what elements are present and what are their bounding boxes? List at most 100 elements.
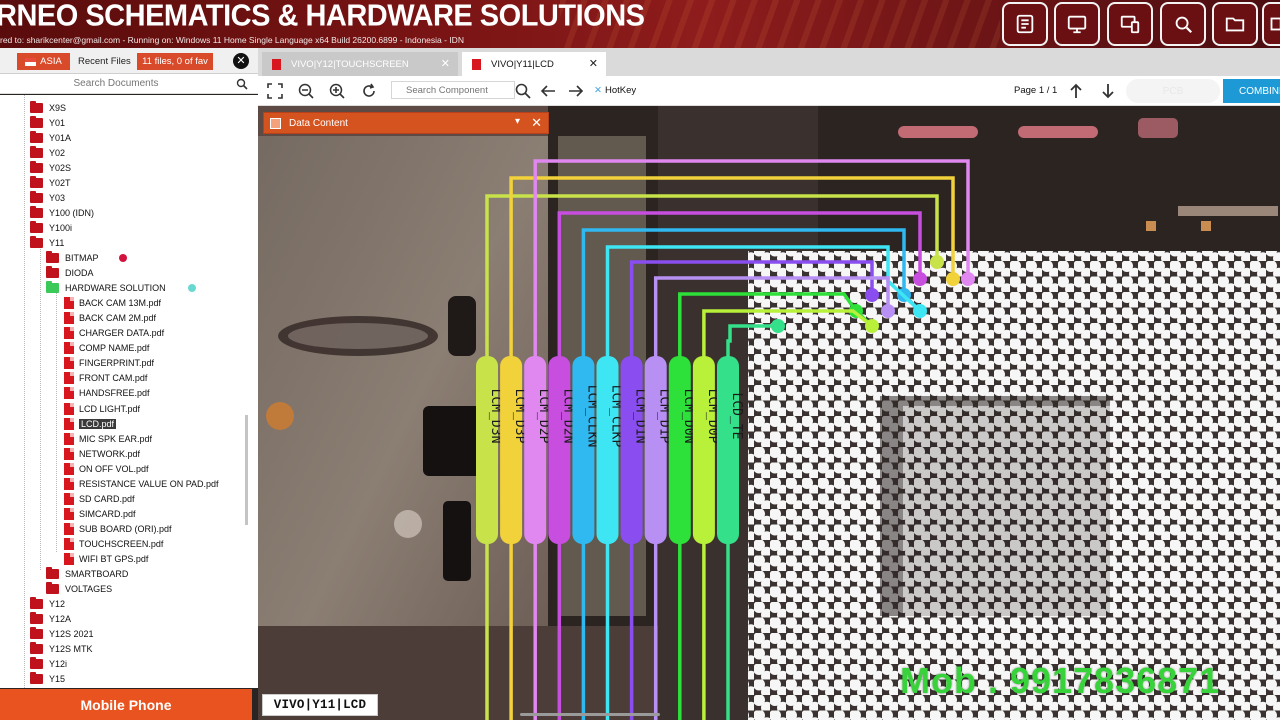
arrow-left-icon[interactable]	[539, 82, 557, 100]
close-panel-icon[interactable]: ✕	[531, 115, 542, 131]
region-button[interactable]: ASIA	[17, 53, 70, 70]
search-documents-input[interactable]	[0, 74, 232, 93]
tree-item-label: SUB BOARD (ORI).pdf	[79, 523, 172, 534]
search-icon[interactable]	[514, 82, 532, 100]
folder-button[interactable]	[1212, 2, 1258, 46]
tree-folder-item[interactable]: Y02T	[30, 175, 71, 190]
tree-file-item[interactable]: NETWORK.pdf	[64, 446, 140, 461]
tree-file-item[interactable]: ON OFF VOL.pdf	[64, 461, 149, 476]
tree-file-item[interactable]: SIMCARD.pdf	[64, 506, 136, 521]
tree-file-item[interactable]: COMP NAME.pdf	[64, 341, 149, 356]
tree-file-item[interactable]: HANDSFREE.pdf	[64, 386, 150, 401]
signal-pin[interactable]	[692, 356, 715, 544]
tree-file-item[interactable]: LCD LIGHT.pdf	[64, 401, 140, 416]
tree-item-label: Y02	[49, 147, 66, 158]
signal-pin[interactable]	[500, 356, 523, 544]
favorites-badge[interactable]: 11 files, 0 of fav	[137, 53, 213, 70]
pad-marker[interactable]	[930, 255, 944, 269]
hotkey-toggle[interactable]: ✕ HotKey	[594, 85, 636, 96]
tree-item-label: NETWORK.pdf	[79, 448, 141, 459]
tab-vivo-y12-touchscreen[interactable]: VIVO|Y12|TOUCHSCREEN ✕	[262, 52, 458, 76]
signal-pin[interactable]	[668, 356, 691, 544]
close-icon[interactable]: ✕	[233, 53, 249, 69]
tree-folder-item[interactable]: Y03	[30, 190, 65, 205]
tree-file-item[interactable]: BACK CAM 2M.pdf	[64, 311, 156, 326]
tree-file-item[interactable]: FRONT CAM.pdf	[64, 371, 147, 386]
tree-file-item[interactable]: RESISTANCE VALUE ON PAD.pdf	[64, 476, 219, 491]
mobile-phone-button[interactable]: Mobile Phone	[0, 689, 252, 720]
tree-folder-item[interactable]: Y12S MTK	[30, 642, 93, 657]
tree-file-item[interactable]: WIFI BT GPS.pdf	[64, 552, 148, 567]
tree-folder-item[interactable]: Y11	[30, 235, 64, 250]
zoom-in-icon[interactable]	[328, 82, 346, 100]
combine-button[interactable]: COMBINE	[1223, 79, 1280, 103]
tree-folder-item[interactable]: Y12	[30, 597, 65, 612]
close-tab-icon[interactable]: ✕	[589, 57, 598, 70]
devices-button[interactable]	[1107, 2, 1153, 46]
fit-screen-icon[interactable]	[266, 82, 284, 100]
pdf-file-icon	[64, 462, 74, 475]
tree-folder-item[interactable]: BITMAP	[46, 251, 127, 266]
tree-file-item[interactable]: FINGERPRINT.pdf	[64, 356, 154, 371]
tree-file-item[interactable]: MIC SPK EAR.pdf	[64, 431, 152, 446]
tree-folder-item[interactable]: Y100i	[30, 220, 72, 235]
signal-pin[interactable]	[524, 356, 547, 544]
folder-icon	[30, 130, 43, 143]
data-content-panel[interactable]: Data Content ▾ ✕	[263, 112, 549, 134]
pcb-viewer[interactable]: LCM_D3N LCM_D3P LCM_D2P LCM_D2N LCM_CLKN LCM_…	[258, 106, 1280, 720]
more-button[interactable]	[1262, 2, 1280, 46]
signal-pin[interactable]	[548, 356, 571, 544]
search-icon[interactable]	[236, 78, 248, 90]
pad-marker[interactable]	[913, 304, 927, 318]
tree-file-item[interactable]: CHARGER DATA.pdf	[64, 326, 164, 341]
signal-pin[interactable]	[717, 356, 739, 544]
zoom-out-icon[interactable]	[297, 82, 315, 100]
pad-marker[interactable]	[961, 272, 975, 286]
tree-folder-item[interactable]: Y12i	[30, 657, 67, 672]
report-button[interactable]	[1002, 2, 1048, 46]
tree-folder-item[interactable]: Y01A	[30, 130, 71, 145]
monitor-button[interactable]	[1054, 2, 1100, 46]
signal-pin[interactable]	[620, 356, 643, 544]
tree-folder-item[interactable]: Y15	[30, 672, 65, 687]
tree-folder-item[interactable]: Y100 (IDN)	[30, 205, 94, 220]
tree-file-item[interactable]: LCD.pdf	[64, 416, 117, 431]
pcb-button[interactable]: PCB	[1126, 79, 1220, 103]
tree-item-label: RESISTANCE VALUE ON PAD.pdf	[79, 478, 219, 489]
tree-folder-item[interactable]: VOLTAGES	[46, 582, 112, 597]
tree-folder-item[interactable]: Y02S	[30, 160, 71, 175]
tree-folder-item[interactable]: SMARTBOARD	[46, 567, 128, 582]
tree-folder-item[interactable]: Y12S 2021	[30, 627, 94, 642]
arrow-right-icon[interactable]	[567, 82, 585, 100]
zoom-search-button[interactable]	[1160, 2, 1206, 46]
tree-folder-item[interactable]: DIODA	[46, 266, 94, 281]
page-up-icon[interactable]	[1067, 82, 1085, 100]
tree-folder-item[interactable]: Y01	[30, 115, 65, 130]
pad-marker[interactable]	[946, 272, 960, 286]
pad-marker[interactable]	[865, 288, 879, 302]
chevron-down-icon[interactable]: ▾	[515, 116, 520, 127]
signal-pin[interactable]	[644, 356, 667, 544]
pad-marker[interactable]	[865, 319, 879, 333]
pad-marker[interactable]	[881, 304, 895, 318]
tree-file-item[interactable]: TOUCHSCREEN.pdf	[64, 536, 163, 551]
refresh-icon[interactable]	[360, 82, 378, 100]
tree-folder-item[interactable]: HARDWARE SOLUTION	[46, 281, 196, 296]
tree-file-item[interactable]: SD CARD.pdf	[64, 491, 135, 506]
tree-folder-item[interactable]: Y12A	[30, 612, 71, 627]
signal-pin[interactable]	[476, 356, 498, 544]
tree-file-item[interactable]: SUB BOARD (ORI).pdf	[64, 521, 172, 536]
tab-vivo-y11-lcd[interactable]: VIVO|Y11|LCD ✕	[462, 52, 606, 76]
pad-marker[interactable]	[771, 319, 785, 333]
horizontal-scrollbar[interactable]	[520, 713, 660, 716]
close-tab-icon[interactable]: ✕	[441, 57, 450, 70]
page-down-icon[interactable]	[1099, 82, 1117, 100]
tree-folder-item[interactable]: Y02	[30, 145, 65, 160]
pdf-file-icon	[64, 417, 74, 430]
search-component-input[interactable]	[391, 81, 515, 99]
tree-scrollbar[interactable]	[245, 415, 248, 525]
tree-folder-item[interactable]: X9S	[30, 100, 66, 115]
pad-marker[interactable]	[913, 272, 927, 286]
tree-file-item[interactable]: BACK CAM 13M.pdf	[64, 296, 161, 311]
recent-files-button[interactable]: Recent Files	[78, 56, 131, 67]
